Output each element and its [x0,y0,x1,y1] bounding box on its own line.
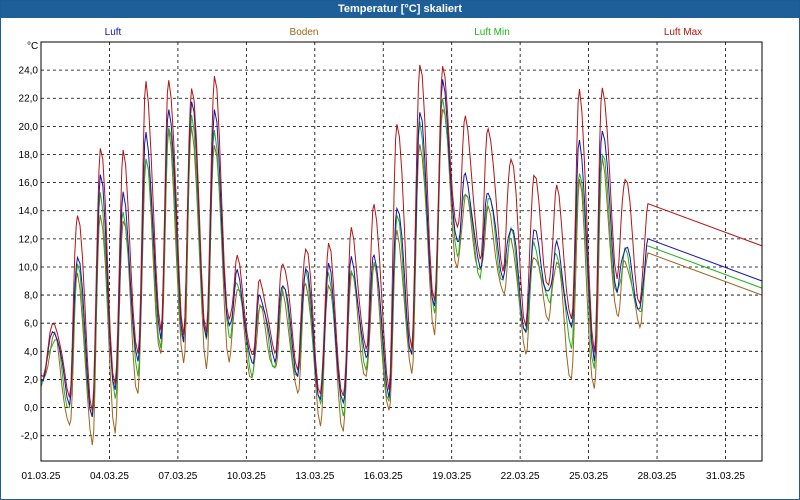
x-tick-label: 01.03.25 [22,471,61,482]
chart-window: Temperatur [°C] skaliert -2,0 0,0 2,0 4,0 6,… [0,0,800,500]
y-tick-label: 18,0 [19,150,39,161]
y-tick-label: 16,0 [19,178,39,189]
legend: Luft Boden Luft Min Luft Max [105,27,703,38]
y-tick-label: -2,0 [21,431,39,442]
x-tick-label: 31.03.25 [706,471,745,482]
series-lines [40,64,763,445]
y-tick-label: 4,0 [24,347,38,358]
y-tick-label: 2,0 [24,375,38,386]
y-tick-label: 0,0 [24,403,38,414]
legend-entry: Luft Min [474,27,510,38]
legend-entry: Boden [290,27,319,38]
x-tick-label: 19.03.25 [432,471,471,482]
tick-labels: -2,0 0,0 2,0 4,0 6,0 8,0 10,0 12,0 14,0 16,0 18,0 2… [19,66,746,482]
y-tick-label: 6,0 [24,319,38,330]
x-tick-label: 07.03.25 [158,471,197,482]
x-tick-label: 04.03.25 [90,471,129,482]
y-tick-label: 14,0 [19,206,39,217]
y-tick-label: 10,0 [19,262,39,273]
legend-entry: Luft [105,27,122,38]
y-axis-unit-label: °C [27,41,38,52]
temperature-chart: -2,0 0,0 2,0 4,0 6,0 8,0 10,0 12,0 14,0 16,0 18,0 2… [19,27,763,482]
x-tick-label: 10.03.25 [227,471,266,482]
series-line-luft-min [40,98,763,417]
x-tick-label: 28.03.25 [638,471,677,482]
series-line-luft-max [40,64,763,412]
y-tick-label: 20,0 [19,122,39,133]
x-tick-label: 22.03.25 [501,471,540,482]
x-tick-label: 13.03.25 [295,471,334,482]
legend-entry: Luft Max [664,27,702,38]
y-tick-label: 8,0 [24,291,38,302]
x-tick-label: 16.03.25 [364,471,403,482]
y-tick-label: 24,0 [19,66,39,77]
y-tick-label: 12,0 [19,234,39,245]
y-tick-label: 22,0 [19,94,39,105]
x-tick-label: 25.03.25 [569,471,608,482]
